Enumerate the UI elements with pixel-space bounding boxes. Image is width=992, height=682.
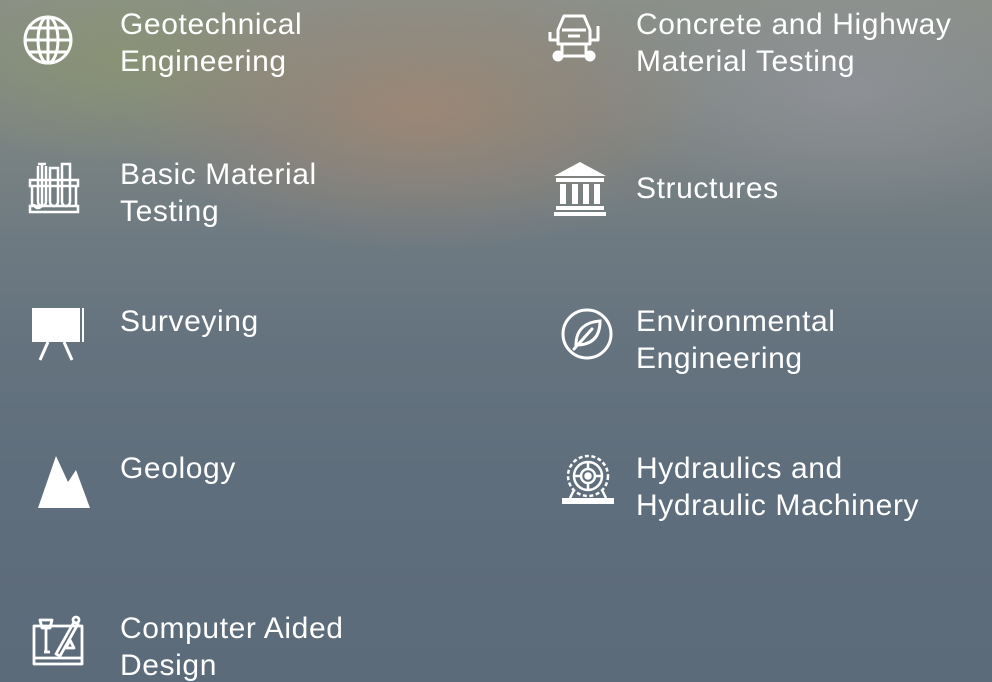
category-label: Geotechnical Engineering (120, 8, 303, 78)
drafting-tools-icon (30, 612, 86, 668)
mountain-icon (36, 452, 92, 508)
category-label: Basic Material Testing (120, 158, 317, 228)
leaf-icon (560, 307, 616, 363)
category-label: Geology (120, 452, 236, 485)
category-label: Structures (636, 172, 779, 205)
category-grid: Geotechnical Engineering Concrete and Hi… (0, 0, 992, 682)
category-label: Computer Aided Design (120, 612, 344, 682)
category-label: Hydraulics and Hydraulic Machinery (636, 452, 920, 522)
category-label: Environmental Engineering (636, 305, 836, 375)
globe-icon (20, 12, 76, 68)
water-wheel-icon (560, 452, 616, 508)
concrete-mixer-icon (546, 10, 602, 66)
category-label: Surveying (120, 305, 259, 338)
category-label: Concrete and Highway Material Testing (636, 8, 952, 78)
building-columns-icon (552, 160, 608, 216)
test-tubes-icon (26, 160, 82, 216)
presentation-board-icon (28, 306, 84, 362)
